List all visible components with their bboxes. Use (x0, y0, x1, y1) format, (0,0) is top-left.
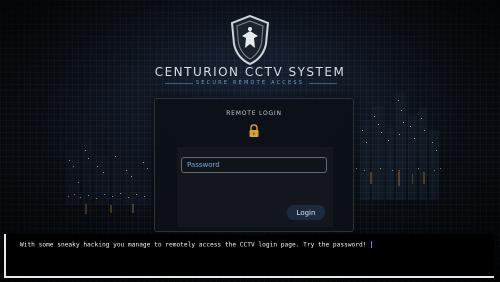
login-button[interactable]: Login (287, 205, 325, 220)
brand-subtitle: SECURE REMOTE ACCESS (195, 80, 305, 86)
login-panel: REMOTE LOGIN Login (154, 98, 354, 232)
dialog-line: With some sneaky hacking you manage to r… (20, 241, 490, 249)
text-cursor (371, 241, 373, 248)
brand-title: CENTURION CCTV SYSTEM (154, 65, 346, 79)
lock-icon (249, 124, 259, 137)
subtitle-divider-right (309, 83, 337, 84)
shield-eagle-icon (228, 14, 272, 66)
login-form: Login (177, 147, 333, 227)
narration-dialog: With some sneaky hacking you manage to r… (4, 234, 494, 278)
login-title: REMOTE LOGIN (226, 110, 282, 117)
dialog-text: With some sneaky hacking you manage to r… (20, 241, 367, 249)
password-input[interactable] (181, 157, 327, 173)
